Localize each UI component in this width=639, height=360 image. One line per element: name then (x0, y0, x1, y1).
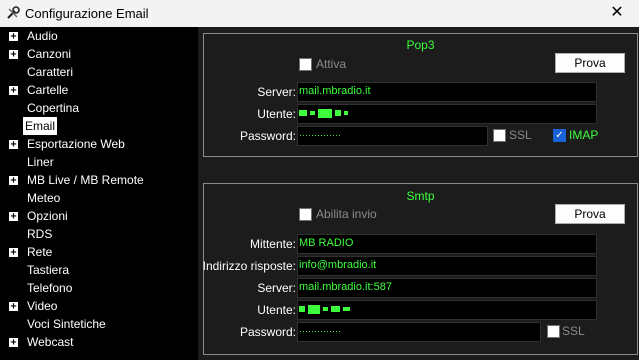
sidebar-item-rete[interactable]: + Rete (0, 243, 198, 261)
smtp-title: Smtp (406, 189, 435, 203)
smtp-abilita-label: Abilita invio (316, 207, 377, 221)
pop3-password-label: Password: (239, 129, 296, 143)
smtp-mittente-field[interactable]: MB RADIO (297, 234, 597, 254)
sidebar-item-label: Canzoni (27, 47, 72, 61)
sidebar-item-label: Telefono (27, 281, 73, 295)
expand-icon[interactable]: + (9, 140, 18, 150)
window-title: Configurazione Email (25, 6, 149, 21)
redacted-value (299, 303, 353, 315)
sidebar-item-label: Opzioni (27, 209, 68, 223)
expand-icon[interactable]: + (9, 176, 18, 186)
smtp-group: Smtp Abilita invio Prova Mittente: MB RA… (203, 183, 638, 355)
pop3-group: Pop3 Attiva Prova Server: mail.mbradio.i… (203, 33, 638, 157)
smtp-ssl-label: SSL (562, 324, 585, 338)
sidebar-item-label: Voci Sintetiche (27, 317, 106, 331)
sidebar-item-label: Video (27, 299, 58, 313)
sidebar-item-label: Liner (27, 155, 54, 169)
pop3-ssl-label: SSL (509, 128, 532, 142)
sidebar-item-label: Cartelle (27, 83, 69, 97)
sidebar-item-label: Rete (27, 245, 53, 259)
expand-icon[interactable]: + (9, 248, 18, 258)
smtp-abilita-checkbox[interactable] (299, 208, 312, 221)
sidebar-item-rds[interactable]: RDS (0, 225, 198, 243)
expand-icon[interactable]: + (9, 32, 18, 42)
pop3-attiva-label: Attiva (316, 57, 347, 71)
smtp-prova-button[interactable]: Prova (555, 204, 625, 224)
expand-icon[interactable]: + (9, 212, 18, 222)
title-bar: Configurazione Email ✕ (0, 0, 639, 27)
sidebar-item-label: Copertina (27, 101, 80, 115)
expand-icon[interactable]: + (9, 338, 18, 348)
smtp-server-field[interactable]: mail.mbradio.it:587 (297, 278, 597, 298)
pop3-utente-field[interactable] (297, 104, 597, 124)
sidebar-item-video[interactable]: + Video (0, 297, 198, 315)
smtp-utente-field[interactable] (297, 300, 597, 320)
sidebar-item-meteo[interactable]: Meteo (0, 189, 198, 207)
pop3-ssl-checkbox[interactable] (493, 129, 506, 142)
close-icon[interactable]: ✕ (606, 3, 628, 23)
pop3-prova-button[interactable]: Prova (555, 53, 625, 73)
pop3-imap-label: IMAP (569, 128, 599, 142)
sidebar-item-label: Caratteri (27, 65, 74, 79)
smtp-risposte-field[interactable]: info@mbradio.it (297, 256, 597, 276)
checkmark-icon: ✓ (555, 130, 564, 141)
pop3-utente-label: Utente: (257, 107, 296, 121)
sidebar-item-label: Tastiera (27, 263, 70, 277)
sidebar-item-cartelle[interactable]: + Cartelle (0, 81, 198, 99)
sidebar-item-telefono[interactable]: Telefono (0, 279, 198, 297)
smtp-utente-label: Utente: (257, 303, 296, 317)
sidebar-item-tastiera[interactable]: Tastiera (0, 261, 198, 279)
smtp-server-label: Server: (257, 281, 296, 295)
smtp-risposte-label: Indirizzo risposte: (202, 259, 296, 273)
pop3-attiva-checkbox[interactable] (299, 58, 312, 71)
sidebar-item-label: Meteo (27, 191, 61, 205)
sidebar-item-label: Audio (27, 29, 58, 43)
expand-icon[interactable]: + (9, 50, 18, 60)
pop3-server-label: Server: (257, 85, 296, 99)
sidebar-item-audio[interactable]: + Audio (0, 27, 198, 45)
smtp-password-field[interactable]: ·············· (297, 322, 541, 342)
sidebar-item-copertina[interactable]: Copertina (0, 99, 198, 117)
email-settings-panel: Pop3 Attiva Prova Server: mail.mbradio.i… (198, 27, 639, 360)
sidebar-item-voci-sintetiche[interactable]: Voci Sintetiche (0, 315, 198, 333)
sidebar-item-mb-live-mb-remote[interactable]: + MB Live / MB Remote (0, 171, 198, 189)
sidebar-item-caratteri[interactable]: Caratteri (0, 63, 198, 81)
sidebar-item-label: Esportazione Web (27, 137, 125, 151)
pop3-server-field[interactable]: mail.mbradio.it (297, 82, 597, 102)
smtp-ssl-checkbox[interactable] (547, 325, 560, 338)
settings-icon (7, 6, 20, 19)
sidebar-item-liner[interactable]: Liner (0, 153, 198, 171)
sidebar-item-webcast[interactable]: + Webcast (0, 333, 198, 351)
pop3-imap-checkbox[interactable]: ✓ (553, 129, 566, 142)
sidebar-item-label: MB Live / MB Remote (27, 173, 144, 187)
expand-icon[interactable]: + (9, 86, 18, 96)
sidebar-item-email[interactable]: Email (0, 117, 198, 135)
expand-icon[interactable]: + (9, 302, 18, 312)
redacted-value (299, 107, 351, 119)
smtp-password-label: Password: (239, 325, 296, 339)
sidebar-item-label: Email (23, 117, 58, 135)
settings-tree: + Audio + Canzoni Caratteri + Cartelle Copertin… (0, 27, 198, 360)
sidebar-item-esportazione-web[interactable]: + Esportazione Web (0, 135, 198, 153)
pop3-password-field[interactable]: ·············· (297, 126, 488, 146)
sidebar-item-label: Webcast (27, 335, 74, 349)
smtp-mittente-label: Mittente: (249, 237, 296, 251)
sidebar-item-opzioni[interactable]: + Opzioni (0, 207, 198, 225)
pop3-title: Pop3 (406, 38, 435, 52)
sidebar-item-label: RDS (27, 227, 53, 241)
sidebar-item-canzoni[interactable]: + Canzoni (0, 45, 198, 63)
